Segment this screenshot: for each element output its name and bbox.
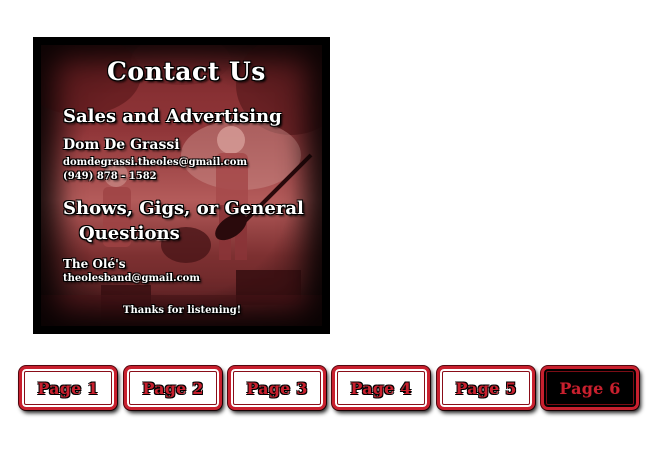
page-4-label: Page 4 <box>350 378 412 398</box>
page-2-label: Page 2 <box>142 378 204 398</box>
band-email: theolesband@gmail.com <box>63 273 200 284</box>
contact-title: Contact Us <box>107 57 266 86</box>
page-2-button[interactable]: Page 2 <box>124 366 222 410</box>
sales-email: domdegrassi.theoles@gmail.com <box>63 157 248 168</box>
page-3-button[interactable]: Page 3 <box>228 366 326 410</box>
shows-heading-line1: Shows, Gigs, or General <box>63 198 304 219</box>
page-6-button[interactable]: Page 6 <box>541 366 639 410</box>
shows-heading-line2: Questions <box>79 223 180 244</box>
sales-phone: (949) 878 - 1582 <box>63 171 157 182</box>
page-3-label: Page 3 <box>246 378 308 398</box>
band-name: The Olé's <box>63 257 126 271</box>
sales-heading: Sales and Advertising <box>63 106 282 127</box>
thanks-message: Thanks for listening! <box>123 305 242 316</box>
page-4-button[interactable]: Page 4 <box>332 366 430 410</box>
page-5-label: Page 5 <box>455 378 517 398</box>
page-6-label: Page 6 <box>559 378 621 398</box>
page-1-button[interactable]: Page 1 <box>19 366 117 410</box>
sales-contact-name: Dom De Grassi <box>63 137 180 153</box>
page-5-button[interactable]: Page 5 <box>437 366 535 410</box>
band-photo: Contact Us Sales and Advertising Dom De … <box>41 45 322 326</box>
contact-card: Contact Us Sales and Advertising Dom De … <box>33 37 330 334</box>
page-1-label: Page 1 <box>37 378 99 398</box>
